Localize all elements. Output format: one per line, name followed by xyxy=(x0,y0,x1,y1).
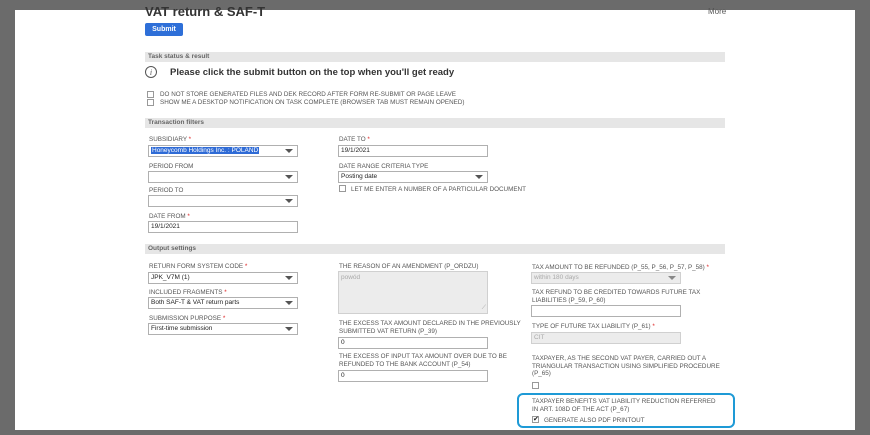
page-title: VAT return & SAF-T xyxy=(145,4,266,19)
second-payer-checkbox[interactable] xyxy=(532,382,539,389)
return-code-label: RETURN FORM SYSTEM CODE * xyxy=(149,263,248,270)
date-to-input[interactable]: 19/1/2021 xyxy=(338,145,488,157)
period-from-label: PERIOD FROM xyxy=(149,163,194,170)
second-payer-label: TAXPAYER, AS THE SECOND VAT PAYER, CARRI… xyxy=(532,355,720,377)
amendment-label: THE REASON OF AN AMENDMENT (P_ORDZU) xyxy=(339,263,479,270)
purpose-label: SUBMISSION PURPOSE * xyxy=(149,315,226,322)
credited-input[interactable] xyxy=(531,305,681,317)
date-to-label: DATE TO * xyxy=(339,136,370,143)
refund-select: within 180 days xyxy=(531,272,681,284)
chevron-down-icon xyxy=(285,276,293,280)
chevron-down-icon xyxy=(285,301,293,305)
chevron-down-icon xyxy=(475,175,483,179)
chevron-down-icon xyxy=(285,199,293,203)
fragments-label: INCLUDED FRAGMENTS * xyxy=(149,289,227,296)
excess-tax-label: THE EXCESS TAX AMOUNT DECLARED IN THE PR… xyxy=(339,320,521,335)
future-type-input: CIT xyxy=(531,332,681,344)
chevron-down-icon xyxy=(668,276,676,280)
excess-input-label: THE EXCESS OF INPUT TAX AMOUNT OVER DUE … xyxy=(339,353,507,368)
chevron-down-icon xyxy=(285,327,293,331)
subsidiary-label: SUBSIDIARY * xyxy=(149,136,192,143)
checkmark-icon: ✔ xyxy=(533,416,539,423)
purpose-select[interactable]: First-time submission xyxy=(148,323,298,335)
generate-pdf-label: GENERATE ALSO PDF PRINTOUT xyxy=(544,417,645,424)
section-task-status: Task status & result xyxy=(145,52,725,62)
notify-label: SHOW ME A DESKTOP NOTIFICATION ON TASK C… xyxy=(160,99,465,106)
section-output-settings: Output settings xyxy=(145,244,725,254)
excess-input-input[interactable]: 0 xyxy=(338,370,488,382)
credited-label: TAX REFUND TO BE CREDITED TOWARDS FUTURE… xyxy=(532,289,701,304)
period-to-label: PERIOD TO xyxy=(149,187,184,194)
return-code-select[interactable]: JPK_V7M (1) xyxy=(148,272,298,284)
info-message: Please click the submit button on the to… xyxy=(170,67,455,78)
no-store-label: DO NOT STORE GENERATED FILES AND DEK REC… xyxy=(160,91,457,98)
fragments-select[interactable]: Both SAF-T & VAT return parts xyxy=(148,297,298,309)
excess-tax-input[interactable]: 0 xyxy=(338,337,488,349)
period-to-select[interactable] xyxy=(148,195,298,207)
refund-label: TAX AMOUNT TO BE REFUNDED (P_55, P_56, P… xyxy=(532,264,709,271)
amendment-textarea[interactable]: powód ⟋ xyxy=(338,271,488,314)
amendment-placeholder: powód xyxy=(341,274,361,281)
doc-number-checkbox[interactable] xyxy=(339,185,346,192)
doc-number-label: LET ME ENTER A NUMBER OF A PARTICULAR DO… xyxy=(351,186,526,193)
date-range-select[interactable]: Posting date xyxy=(338,171,488,183)
resize-handle-icon[interactable]: ⟋ xyxy=(482,305,486,312)
generate-pdf-checkbox[interactable]: ✔ xyxy=(532,416,539,423)
benefits-label: TAXPAYER BENEFITS VAT LIABILITY REDUCTIO… xyxy=(532,398,716,413)
date-from-label: DATE FROM * xyxy=(149,213,190,220)
more-menu[interactable]: More xyxy=(708,7,726,16)
chevron-down-icon xyxy=(285,175,293,179)
info-icon: i xyxy=(145,66,157,78)
future-type-label: TYPE OF FUTURE TAX LIABILITY (P_61) * xyxy=(532,323,655,330)
date-from-input[interactable]: 19/1/2021 xyxy=(148,221,298,233)
date-range-label: DATE RANGE CRITERIA TYPE xyxy=(339,163,429,170)
notify-checkbox[interactable] xyxy=(147,99,154,106)
subsidiary-select[interactable]: Honeycomb Holdings Inc. : POLAND xyxy=(148,145,298,157)
no-store-checkbox[interactable] xyxy=(147,91,154,98)
section-transaction-filters: Transaction filters xyxy=(145,118,725,128)
period-from-select[interactable] xyxy=(148,171,298,183)
submit-button[interactable]: Submit xyxy=(145,23,183,36)
chevron-down-icon xyxy=(285,149,293,153)
